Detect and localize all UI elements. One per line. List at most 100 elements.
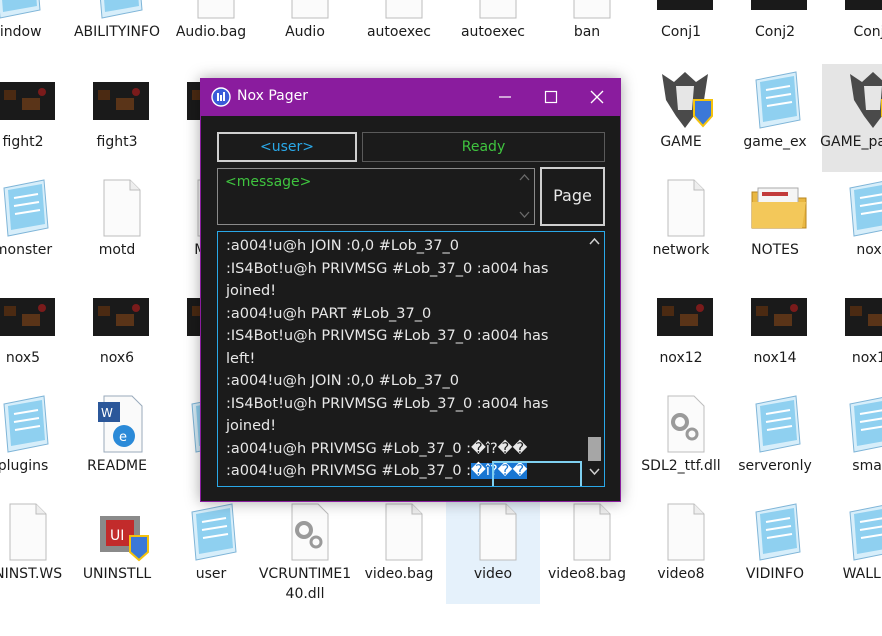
desktop-icon[interactable]: GAME_pathed xyxy=(820,64,882,172)
log-line-text: :a004!u@h PRIVMSG #Lob_37_0 : xyxy=(226,463,472,479)
log-line: :IS4Bot!u@h PRIVMSG #Lob_37_0 :a004 has xyxy=(226,328,549,344)
desktop-icon-label: SDL2_ttf.dll xyxy=(641,458,721,474)
file-file-icon xyxy=(656,178,714,238)
desktop-icon-label: nox1 xyxy=(851,350,882,366)
scroll-up-icon[interactable] xyxy=(589,237,600,245)
close-button[interactable] xyxy=(574,79,620,116)
img-file-icon xyxy=(656,286,714,346)
svg-text:e: e xyxy=(119,430,127,445)
log-line: :IS4Bot!u@h PRIVMSG #Lob_37_0 :a004 has xyxy=(226,395,549,412)
file-file-icon xyxy=(374,502,432,562)
desktop-icon[interactable]: serveronly xyxy=(728,388,822,496)
desktop-icon-label: nox12 xyxy=(659,350,703,366)
exe-file-icon xyxy=(656,70,714,130)
desktop-icon[interactable]: autoexec xyxy=(446,0,540,62)
desktop-icon-label: plugins xyxy=(0,458,49,474)
scroll-down-icon[interactable] xyxy=(519,211,530,219)
desktop-icon[interactable]: ABILITYINFO xyxy=(70,0,164,62)
desktop-icon[interactable]: We README xyxy=(70,388,164,496)
dll-file-icon xyxy=(280,502,338,562)
desktop-icon[interactable]: Conj xyxy=(822,0,882,62)
desktop-icon-label: autoexec xyxy=(460,24,526,40)
desktop-icon[interactable]: UNINST.WS xyxy=(0,496,70,604)
doc-file-icon xyxy=(750,70,808,130)
desktop-icon[interactable]: fight3 xyxy=(70,64,164,172)
log-line: left! xyxy=(226,350,256,367)
desktop-icon[interactable]: NOTES xyxy=(728,172,822,280)
desktop-icon[interactable]: GAME xyxy=(634,64,728,172)
doc-file-icon xyxy=(844,394,882,454)
desktop-icon[interactable]: video8.bag xyxy=(540,496,634,604)
file-file-icon xyxy=(374,0,432,20)
desktop-icon[interactable]: VCRUNTIME140.dll xyxy=(258,496,352,604)
desktop-icon-label: UNINSTLL xyxy=(82,566,152,582)
desktop-icon[interactable]: autoexec xyxy=(352,0,446,62)
desktop-icon[interactable]: Conj2 xyxy=(728,0,822,62)
desktop-icon[interactable]: motd xyxy=(70,172,164,280)
scroll-down-icon[interactable] xyxy=(589,468,600,476)
desktop-icon[interactable]: Audio.bag xyxy=(164,0,258,62)
desktop-icon[interactable]: user xyxy=(164,496,258,604)
scroll-up-icon[interactable] xyxy=(519,173,530,181)
desktop-icon-label: nox xyxy=(856,242,882,258)
file-file-icon xyxy=(0,502,56,562)
desktop-icon[interactable]: nox14 xyxy=(728,280,822,388)
page-button[interactable]: Page xyxy=(540,167,605,226)
desktop-icon[interactable]: SDL2_ttf.dll xyxy=(634,388,728,496)
desktop-icon-label: WALLIN xyxy=(842,566,882,582)
scrollbar-thumb[interactable] xyxy=(588,437,601,461)
desktop-icon-label: Audio xyxy=(285,24,325,40)
svg-text:W: W xyxy=(101,406,113,420)
dll-file-icon xyxy=(656,394,714,454)
desktop-icon[interactable]: Audio xyxy=(258,0,352,62)
desktop-icon-label: Conj2 xyxy=(754,24,795,40)
message-scrollbar[interactable] xyxy=(515,169,534,224)
log-output[interactable]: :a004!u@h JOIN :0,0 #Lob_37_0:IS4Bot!u@h… xyxy=(217,231,605,487)
desktop-icon[interactable]: game_ex xyxy=(728,64,822,172)
desktop-icon[interactable]: video xyxy=(446,496,540,604)
desktop-icon[interactable]: video.bag xyxy=(352,496,446,604)
desktop-icon[interactable]: nox1 xyxy=(822,280,882,388)
desktop-icon[interactable]: VIDINFO xyxy=(728,496,822,604)
log-scrollbar[interactable] xyxy=(585,232,604,486)
log-line: :IS4Bot!u@h PRIVMSG #Lob_37_0 :a004 has xyxy=(226,260,549,277)
desktop-icon[interactable]: fight2 xyxy=(0,64,70,172)
doc-file-icon xyxy=(750,394,808,454)
doc-file-icon xyxy=(844,178,882,238)
desktop-icon[interactable]: video8 xyxy=(634,496,728,604)
desktop-icon-label: nox14 xyxy=(753,350,797,366)
desktop-icon-label: window xyxy=(0,24,42,40)
desktop-icon[interactable]: plugins xyxy=(0,388,70,496)
user-field[interactable]: <user> xyxy=(217,132,357,162)
file-file-icon xyxy=(468,0,526,20)
desktop-icon[interactable]: nox xyxy=(822,172,882,280)
message-input[interactable]: <message> xyxy=(217,168,535,225)
setup-file-icon: UI xyxy=(92,502,150,562)
maximize-button[interactable] xyxy=(528,79,574,116)
desktop-icon[interactable]: ban xyxy=(540,0,634,62)
desktop-icon[interactable]: UI UNINSTLL xyxy=(70,496,164,604)
desktop-icon[interactable]: smal xyxy=(822,388,882,496)
desktop-icon[interactable]: WALLIN xyxy=(822,496,882,604)
desktop-icon-label: video xyxy=(473,566,513,582)
title-bar[interactable]: Nox Pager xyxy=(201,79,620,116)
desktop-icon[interactable]: window xyxy=(0,0,62,62)
desktop-icon[interactable]: nox5 xyxy=(0,280,70,388)
desktop-icon[interactable]: network xyxy=(634,172,728,280)
desktop-icon-label: motd xyxy=(98,242,136,258)
doc-file-icon xyxy=(186,502,244,562)
file-file-icon xyxy=(468,502,526,562)
desktop-icon-label: video8 xyxy=(657,566,705,582)
desktop-icon-label: UNINST.WS xyxy=(0,566,63,582)
desktop-icon[interactable]: nox12 xyxy=(634,280,728,388)
img-file-icon xyxy=(0,70,56,130)
img-file-icon xyxy=(844,286,882,346)
desktop-icon[interactable]: nox6 xyxy=(70,280,164,388)
minimize-button[interactable] xyxy=(482,79,528,116)
exe-file-icon xyxy=(844,70,882,130)
desktop-icon-label: smal xyxy=(852,458,882,474)
desktop-icon-label: nox6 xyxy=(99,350,135,366)
desktop-icon[interactable]: Conj1 xyxy=(634,0,728,62)
desktop-icon-label: GAME_pathed xyxy=(820,134,882,150)
desktop-icon[interactable]: monster xyxy=(0,172,70,280)
